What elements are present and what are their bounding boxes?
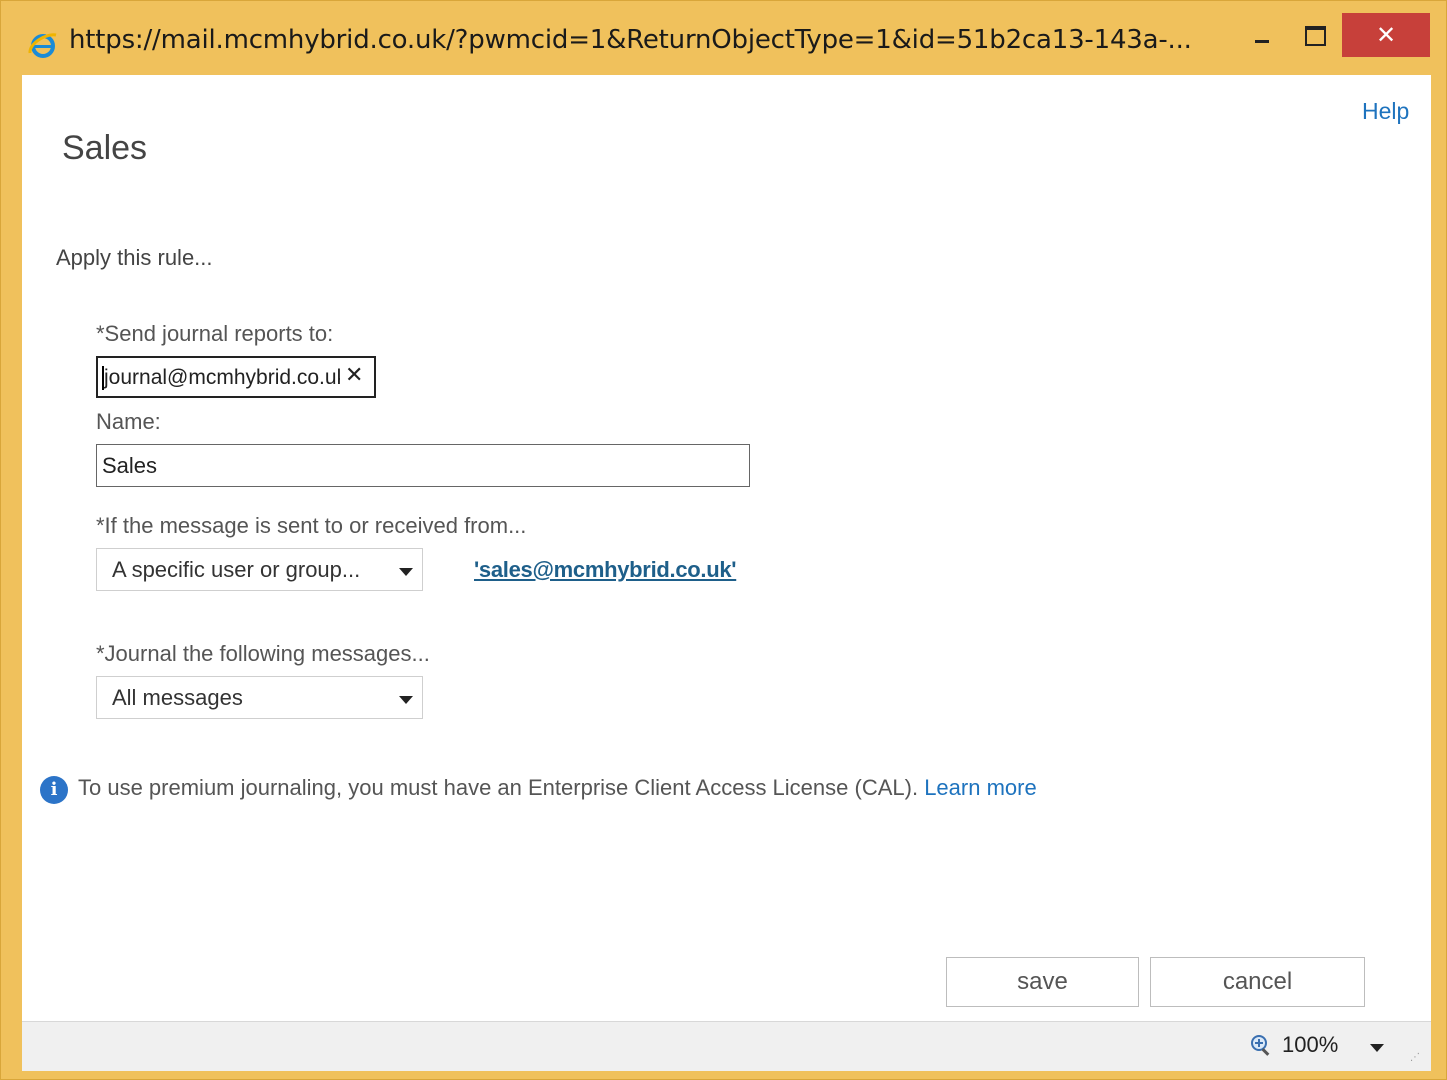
name-label: Name:: [96, 409, 161, 434]
zoom-icon[interactable]: [1250, 1034, 1272, 1056]
close-icon: ✕: [1375, 21, 1397, 49]
cancel-button[interactable]: cancel: [1150, 957, 1365, 1007]
resize-grip[interactable]: ⋰: [1410, 1052, 1420, 1063]
journal-messages-label: *Journal the following messages...: [96, 641, 430, 666]
browser-window: https://mail.mcmhybrid.co.uk/?pwmcid=1&R…: [0, 0, 1447, 1080]
dialog-content: Help Sales Apply this rule... *Send jour…: [22, 75, 1431, 1021]
condition-selected: A specific user or group...: [112, 557, 361, 582]
condition-label: *If the message is sent to or received f…: [96, 513, 527, 538]
title-bar: https://mail.mcmhybrid.co.uk/?pwmcid=1&R…: [1, 1, 1447, 75]
info-message: To use premium journaling, you must have…: [78, 775, 919, 800]
info-icon: i: [40, 776, 68, 804]
status-bar: 100% ⋰: [22, 1021, 1431, 1071]
help-link[interactable]: Help: [1362, 98, 1409, 125]
chevron-down-icon: [399, 568, 413, 576]
maximize-button[interactable]: [1293, 13, 1337, 57]
name-input[interactable]: Sales: [96, 444, 750, 487]
zoom-level[interactable]: 100%: [1282, 1032, 1338, 1058]
journal-recipient-value: journal@mcmhybrid.co.uk: [104, 366, 340, 389]
condition-dropdown[interactable]: A specific user or group...: [96, 548, 423, 591]
minimize-button[interactable]: [1241, 13, 1285, 57]
journal-messages-selected: All messages: [112, 685, 243, 710]
close-button[interactable]: ✕: [1342, 13, 1430, 57]
chevron-down-icon: [399, 696, 413, 704]
journal-messages-dropdown[interactable]: All messages: [96, 676, 423, 719]
send-reports-label: *Send journal reports to:: [96, 321, 334, 346]
chevron-down-icon[interactable]: [1370, 1044, 1384, 1052]
remove-recipient-icon[interactable]: ✕: [345, 363, 363, 388]
journal-recipient-field[interactable]: journal@mcmhybrid.co.uk ✕: [96, 356, 376, 398]
page-title: Sales: [62, 129, 148, 167]
text-caret: [102, 366, 104, 390]
apply-rule-heading: Apply this rule...: [56, 245, 213, 270]
save-button[interactable]: save: [946, 957, 1139, 1007]
learn-more-link[interactable]: Learn more: [924, 775, 1037, 800]
window-title-url: https://mail.mcmhybrid.co.uk/?pwmcid=1&R…: [69, 25, 1192, 55]
internet-explorer-icon: [28, 33, 57, 58]
condition-recipient-link[interactable]: 'sales@mcmhybrid.co.uk': [474, 557, 737, 583]
